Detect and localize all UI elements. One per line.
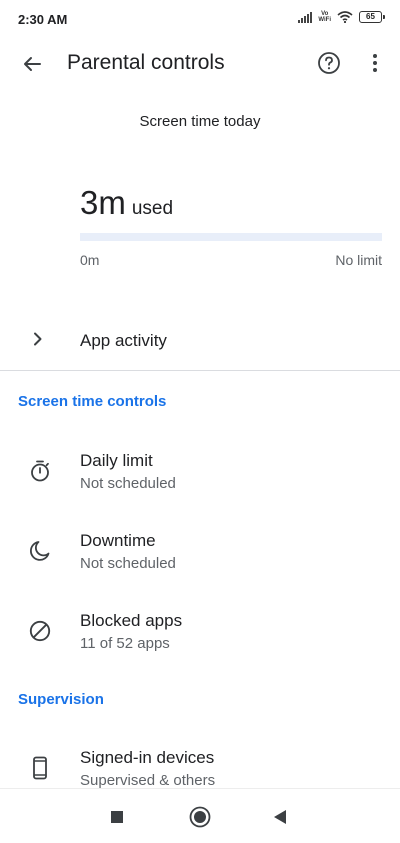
help-button[interactable] — [314, 48, 344, 78]
moon-icon — [30, 541, 50, 561]
more-vert-icon — [373, 54, 377, 72]
back-button[interactable] — [14, 46, 50, 82]
daily-limit-row[interactable]: Daily limit Not scheduled — [0, 445, 400, 509]
divider — [0, 370, 400, 371]
downtime-subtitle: Not scheduled — [80, 555, 176, 572]
more-options-button[interactable] — [362, 48, 388, 78]
downtime-title: Downtime — [80, 531, 156, 550]
usage-unit: used — [131, 198, 174, 219]
usage-value: 3m — [80, 184, 126, 221]
daily-limit-title: Daily limit — [80, 451, 153, 470]
home-circle-icon — [189, 806, 211, 828]
page-title: Parental controls — [67, 51, 225, 74]
status-time: 2:30 AM — [18, 12, 68, 27]
section-header-supervision: Supervision — [18, 691, 104, 708]
status-bar: 2:30 AM Vo WiFi 65 — [0, 0, 400, 40]
system-back-button[interactable] — [268, 805, 292, 829]
battery-icon: 65 — [359, 11, 385, 23]
arrow-back-icon — [24, 57, 41, 71]
chevron-right-icon — [34, 332, 42, 346]
square-icon — [111, 811, 123, 823]
signed-in-devices-title: Signed-in devices — [80, 748, 215, 767]
recents-button[interactable] — [105, 805, 129, 829]
screen-time-progress-bar — [80, 233, 382, 241]
home-button[interactable] — [188, 805, 212, 829]
timer-icon — [31, 460, 49, 482]
vowifi-icon: Vo WiFi — [318, 11, 331, 23]
downtime-row[interactable]: Downtime Not scheduled — [0, 525, 400, 589]
help-circle-icon — [318, 52, 340, 74]
block-icon — [29, 620, 51, 642]
app-activity-row[interactable]: App activity — [0, 316, 400, 366]
blocked-apps-title: Blocked apps — [80, 611, 183, 630]
wifi-icon — [337, 11, 353, 23]
screen-time-label: Screen time today — [139, 113, 261, 130]
blocked-apps-row[interactable]: Blocked apps 11 of 52 apps — [0, 605, 400, 669]
vowifi-wifi: WiFi — [318, 17, 331, 23]
signal-icon — [298, 11, 313, 23]
range-min-label: 0m — [80, 252, 100, 268]
signed-in-devices-subtitle: Supervised & others — [80, 772, 216, 789]
app-activity-label: App activity — [80, 331, 167, 350]
battery-level: 65 — [366, 12, 375, 21]
blocked-apps-subtitle: 11 of 52 apps — [80, 635, 170, 652]
daily-limit-subtitle: Not scheduled — [80, 475, 176, 492]
usage-summary: 3m used — [80, 184, 173, 222]
app-bar: Parental controls — [0, 40, 400, 88]
system-nav-bar — [0, 788, 400, 843]
phone-icon — [33, 756, 47, 780]
range-max-label: No limit — [335, 252, 382, 268]
section-header-screen-time-controls: Screen time controls — [18, 393, 167, 410]
status-icons: Vo WiFi 65 — [298, 11, 385, 23]
triangle-back-icon — [274, 810, 286, 824]
